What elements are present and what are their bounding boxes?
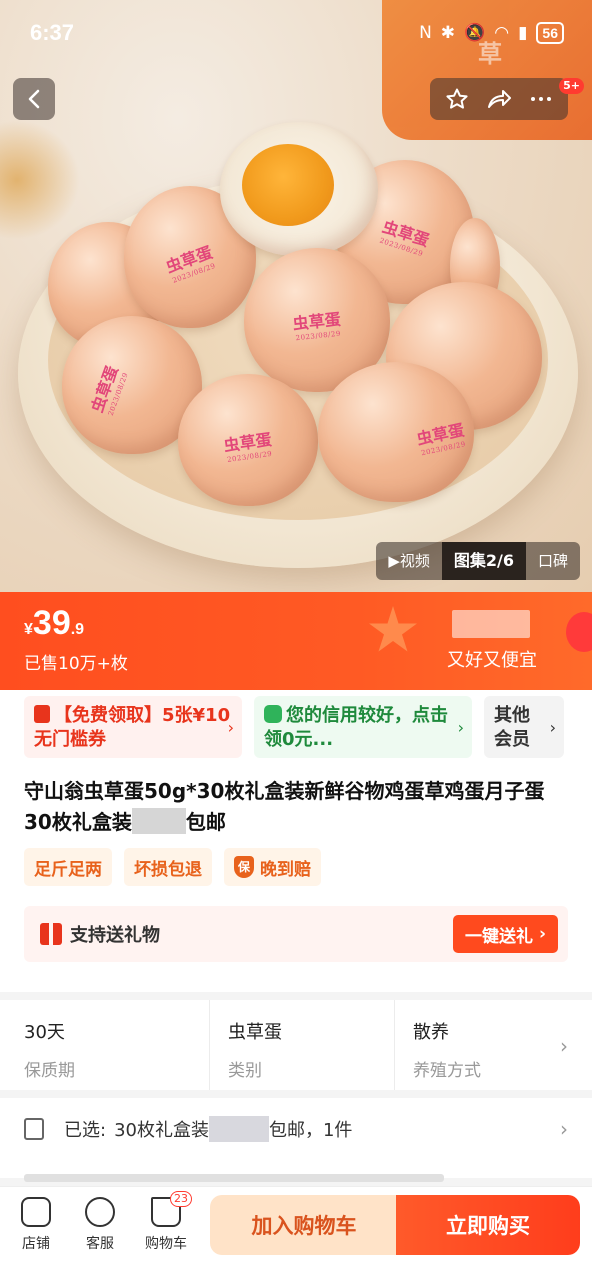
signal-icon: ▮ xyxy=(518,23,528,43)
price-banner: ¥39.9 已售10万+枚 又好又便宜 xyxy=(0,592,592,690)
redacted-text xyxy=(131,808,186,834)
egg: 虫草蛋 2023/08/29 xyxy=(318,362,474,502)
coupon-member[interactable]: 其他会员 › xyxy=(484,696,564,758)
selected-prefix: 已选: xyxy=(64,1120,107,1141)
back-button[interactable] xyxy=(13,78,55,120)
chevron-left-icon xyxy=(28,89,40,109)
chevron-right-icon: › xyxy=(457,718,464,737)
coupon-row: 【免费领取】5张¥10无门槛券 › 您的信用较好，点击领0元... › 其他会员… xyxy=(24,696,592,758)
gift-icon xyxy=(40,923,62,945)
smile-icon xyxy=(85,1197,115,1227)
coupon-free-voucher[interactable]: 【免费领取】5张¥10无门槛券 › xyxy=(24,696,242,758)
redacted-text xyxy=(208,1116,269,1142)
service-tags: 足斤足两 坏损包退 保晚到赔 xyxy=(24,848,321,886)
balloon-decoration xyxy=(566,612,592,652)
bluetooth-icon: ✱ xyxy=(440,23,456,43)
egg-stamp: 虫草蛋 2023/08/29 xyxy=(163,242,217,285)
tab-video[interactable]: ▶视频 xyxy=(376,542,442,580)
chevron-right-icon: › xyxy=(227,718,234,737)
spec-summary[interactable]: 30天 保质期 虫草蛋 类别 散养 养殖方式 › xyxy=(0,1000,592,1090)
selected-sku-row[interactable]: 已选: 30枚礼盒装 包邮，1件 › xyxy=(0,1098,592,1182)
buy-now-button[interactable]: 立即购买 xyxy=(396,1195,580,1255)
cart-button[interactable]: 购物车 23 xyxy=(140,1191,192,1253)
customer-service-button[interactable]: 客服 xyxy=(74,1197,126,1253)
cart-badge: 23 xyxy=(170,1191,192,1207)
egg-stamp: 虫草蛋 2023/08/29 xyxy=(415,420,467,458)
chevron-right-icon: › xyxy=(549,718,556,737)
gift-row[interactable]: 支持送礼物 一键送礼 › xyxy=(24,906,568,962)
spec-shelf-life: 30天 保质期 xyxy=(24,1022,75,1081)
status-icons: N ✱ 🔕 ◠ ▮ 56 xyxy=(419,22,564,44)
coupon-credit[interactable]: 您的信用较好，点击领0元... › xyxy=(254,696,472,758)
egg-yolk xyxy=(242,144,334,226)
redacted-area xyxy=(452,610,530,638)
tag-late-compensation[interactable]: 保晚到赔 xyxy=(224,848,321,886)
coupon-icon xyxy=(34,705,50,723)
more-icon[interactable] xyxy=(529,87,553,111)
product-info-card: 【免费领取】5张¥10无门槛券 › 您的信用较好，点击领0元... › 其他会员… xyxy=(0,690,592,992)
send-gift-button[interactable]: 一键送礼 › xyxy=(452,915,558,953)
chevron-right-icon: › xyxy=(560,1034,568,1058)
battery-icon: 56 xyxy=(536,22,564,44)
tab-gallery[interactable]: 图集2/6 xyxy=(441,542,526,580)
store-button[interactable]: 店铺 xyxy=(10,1197,62,1253)
currency-symbol: ¥ xyxy=(24,621,33,638)
spec-farming-method: 散养 养殖方式 xyxy=(394,1000,579,1090)
product-title: 守山翁虫草蛋50g*30枚礼盒装新鲜谷物鸡蛋草鸡蛋月子蛋 30枚礼盒装 包邮 xyxy=(24,779,545,834)
status-time: 6:37 xyxy=(30,20,75,45)
more-badge: 5+ xyxy=(559,78,584,94)
sold-count: 已售10万+枚 xyxy=(24,654,128,674)
halved-egg xyxy=(220,122,378,256)
star-decoration xyxy=(369,606,417,652)
chevron-right-icon: › xyxy=(538,924,546,944)
status-bar: 6:37 N ✱ 🔕 ◠ ▮ 56 xyxy=(0,0,592,66)
nav-actions xyxy=(430,78,568,120)
store-icon xyxy=(21,1197,51,1227)
wifi-icon: ◠ xyxy=(494,23,510,43)
nfc-icon: N xyxy=(419,23,432,43)
gift-label: 支持送礼物 xyxy=(70,925,160,946)
bottom-action-bar: 店铺 客服 购物车 23 加入购物车 立即购买 xyxy=(0,1186,592,1278)
tag-damage-refund[interactable]: 坏损包退 xyxy=(124,848,212,886)
price-decimal: .9 xyxy=(70,621,85,638)
wheat-decoration xyxy=(0,120,80,240)
spec-category: 虫草蛋 类别 xyxy=(209,1000,394,1090)
egg-stamp: 虫草蛋 2023/08/29 xyxy=(291,310,342,343)
star-icon[interactable] xyxy=(445,87,469,111)
shield-icon: 保 xyxy=(234,856,254,878)
credit-icon xyxy=(264,705,282,723)
tab-reviews[interactable]: 口碑 xyxy=(526,542,580,580)
selected-sku: 30枚礼盒装 xyxy=(114,1120,209,1141)
share-icon[interactable] xyxy=(486,87,512,111)
media-tabs: ▶视频 图集2/6 口碑 xyxy=(376,542,580,580)
price-integer: 39 xyxy=(32,604,71,642)
partially-hidden-row xyxy=(24,1174,444,1182)
egg-stamp: 虫草蛋 2023/08/29 xyxy=(222,430,273,465)
mute-icon: 🔕 xyxy=(464,23,486,43)
selected-sku-suffix: 包邮，1件 xyxy=(268,1120,353,1141)
price: ¥39.9 xyxy=(24,604,84,643)
tag-full-weight[interactable]: 足斤足两 xyxy=(24,848,112,886)
checklist-icon xyxy=(24,1118,44,1140)
egg: 虫草蛋 2023/08/29 xyxy=(178,374,318,506)
price-slogan: 又好又便宜 xyxy=(447,650,537,671)
chevron-right-icon: › xyxy=(560,1117,568,1141)
add-to-cart-button[interactable]: 加入购物车 xyxy=(210,1195,398,1255)
